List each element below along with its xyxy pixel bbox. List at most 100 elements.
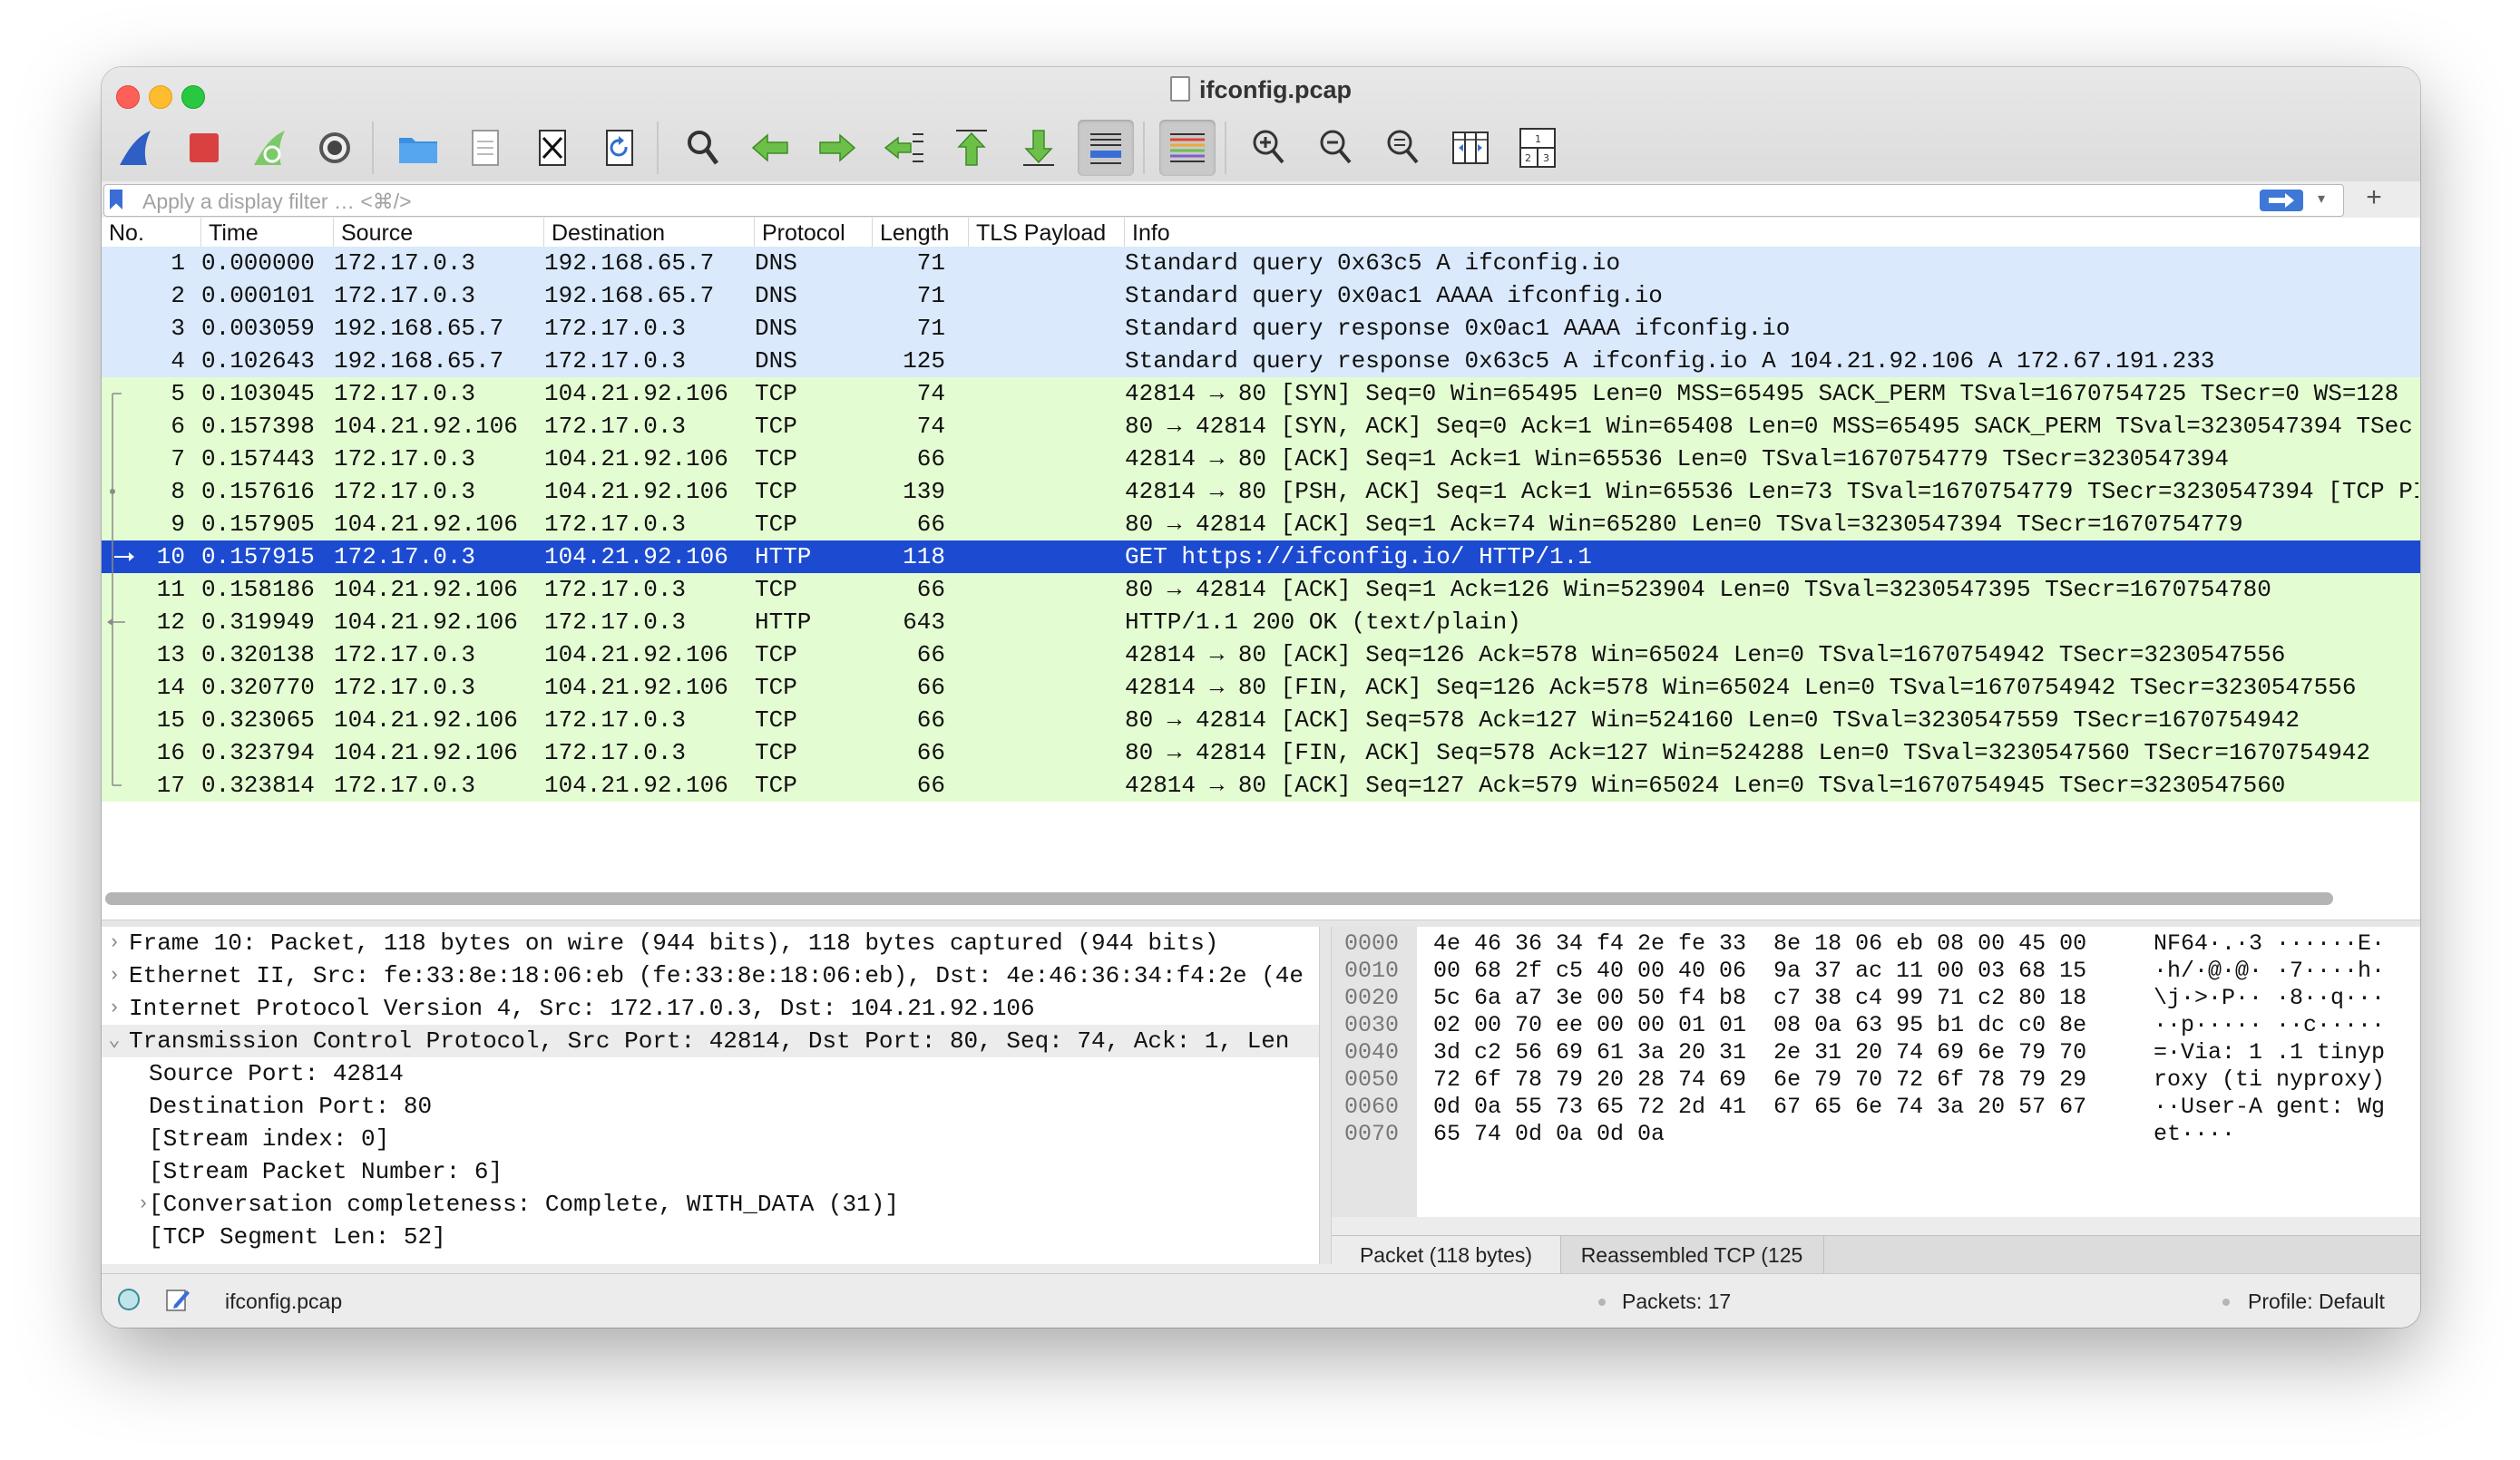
zoom-out-button[interactable] — [1308, 120, 1364, 176]
bytes-ascii[interactable]: ··User-A gent: Wg — [2154, 1094, 2385, 1121]
window-title: ifconfig.pcap — [102, 76, 2420, 104]
bytes-hex[interactable]: 65 74 0d 0a 0d 0a — [1433, 1121, 1665, 1148]
column-header-time[interactable]: Time — [201, 218, 334, 247]
packet-row[interactable]: 6 0.157398 104.21.92.106 172.17.0.3 TCP 74 80 … — [102, 410, 2420, 443]
packet-row[interactable]: 9 0.157905 104.21.92.106 172.17.0.3 TCP 66 80 … — [102, 508, 2420, 540]
first-packet-button[interactable] — [943, 120, 1000, 176]
horizontal-scrollbar[interactable] — [105, 892, 2333, 905]
detail-tree-item[interactable]: [Stream index: 0] — [102, 1123, 1319, 1155]
packet-cell-info: 42814 → 80 [FIN, ACK] Seq=126 Ack=578 Wi… — [1125, 674, 2357, 701]
packet-row[interactable]: 15 0.323065 104.21.92.106 172.17.0.3 TCP 66 80… — [102, 704, 2420, 736]
status-profile[interactable]: Profile: Default — [2248, 1274, 2385, 1328]
bytes-hex[interactable]: 72 6f 78 79 20 28 74 69 6e 79 70 72 6f 7… — [1433, 1066, 2086, 1094]
collapsed-chevron-icon[interactable]: › — [105, 927, 123, 959]
packet-row[interactable]: 14 0.320770 172.17.0.3 104.21.92.106 TCP 66 42… — [102, 671, 2420, 704]
detail-tree-item[interactable]: Source Port: 42814 — [102, 1057, 1319, 1090]
add-filter-button[interactable]: + — [2360, 183, 2388, 214]
packet-row[interactable]: 3 0.003059 192.168.65.7 172.17.0.3 DNS 71 Stan… — [102, 312, 2420, 345]
bytes-hex[interactable]: 4e 46 36 34 f4 2e fe 33 8e 18 06 eb 08 0… — [1433, 930, 2086, 958]
bytes-ascii[interactable]: ··p····· ··c····· — [2154, 1012, 2385, 1039]
packet-cell-no: 2 — [171, 282, 185, 309]
restart-capture-button[interactable] — [243, 120, 299, 176]
detail-tree-item[interactable]: › Ethernet II, Src: fe:33:8e:18:06:eb (fe… — [102, 959, 1319, 992]
detail-tree-item[interactable]: › [Conversation completeness: Complete, W… — [102, 1188, 1319, 1221]
packet-row-selected[interactable]: 10 0.157915 172.17.0.3 104.21.92.106 HTTP 118… — [102, 540, 2420, 573]
bytes-hex[interactable]: 00 68 2f c5 40 00 40 06 9a 37 ac 11 00 0… — [1433, 958, 2086, 985]
packet-row[interactable]: 1 0.000000 172.17.0.3 192.168.65.7 DNS 71 Stan… — [102, 247, 2420, 279]
find-packet-button[interactable] — [675, 120, 731, 176]
pane-splitter-vertical[interactable] — [1319, 927, 1332, 1264]
bytes-ascii[interactable]: ·h/·@·@· ·7····h· — [2154, 958, 2385, 985]
column-header-tls-payload[interactable]: TLS Payload — [969, 218, 1125, 247]
bytes-hex[interactable]: 5c 6a a7 3e 00 50 f4 b8 c7 38 c4 99 71 c… — [1433, 985, 2086, 1012]
packet-cell-tls — [969, 345, 1125, 377]
reload-file-button[interactable] — [591, 120, 648, 176]
stop-capture-button[interactable] — [176, 120, 232, 176]
last-packet-button[interactable] — [1011, 120, 1067, 176]
normal-size-button[interactable] — [1375, 120, 1431, 176]
collapsed-chevron-icon[interactable]: › — [105, 992, 123, 1025]
colorize-icon — [1170, 133, 1205, 162]
zoom-in-button[interactable] — [1241, 120, 1297, 176]
packet-cell-len: 66 — [916, 772, 945, 799]
column-header-source[interactable]: Source — [334, 218, 544, 247]
bytes-ascii[interactable]: \j·>·P·· ·8··q··· — [2154, 985, 2385, 1012]
filter-history-dropdown[interactable]: ▾ — [2310, 189, 2332, 210]
packet-row[interactable]: 5 0.103045 172.17.0.3 104.21.92.106 TCP 74 428… — [102, 377, 2420, 410]
capture-options-button[interactable] — [307, 120, 363, 176]
capture-options-icon — [319, 132, 350, 163]
detail-tree-item[interactable]: [TCP Segment Len: 52] — [102, 1221, 1319, 1253]
expert-info-icon[interactable] — [118, 1289, 140, 1310]
start-capture-button[interactable] — [109, 120, 165, 176]
related-packet-dot — [110, 489, 115, 494]
packet-row[interactable]: 16 0.323794 104.21.92.106 172.17.0.3 TCP 66 80… — [102, 736, 2420, 769]
edit-comment-icon[interactable] — [163, 1285, 192, 1314]
bytes-ascii[interactable]: et···· — [2154, 1121, 2235, 1148]
bytes-hex[interactable]: 0d 0a 55 73 65 72 2d 41 67 65 6e 74 3a 2… — [1433, 1094, 2086, 1121]
save-file-button[interactable] — [457, 120, 513, 176]
bytes-ascii[interactable]: roxy (ti nyproxy) — [2154, 1066, 2385, 1094]
display-filter-input[interactable] — [141, 188, 2212, 215]
packet-cell-len: 74 — [916, 380, 945, 407]
column-header-length[interactable]: Length — [873, 218, 969, 247]
detail-tree-item[interactable]: ⌄ Transmission Control Protocol, Src Port… — [102, 1025, 1319, 1057]
packet-cell-src: 172.17.0.3 — [334, 543, 476, 570]
packet-row[interactable]: 7 0.157443 172.17.0.3 104.21.92.106 TCP 66 428… — [102, 443, 2420, 475]
go-to-packet-button[interactable] — [876, 120, 933, 176]
bytes-ascii[interactable]: =·Via: 1 .1 tinyp — [2154, 1039, 2385, 1066]
colorize-button[interactable] — [1159, 120, 1216, 176]
collapsed-chevron-icon[interactable]: › — [105, 959, 123, 992]
go-back-button[interactable] — [742, 120, 798, 176]
resize-columns-button[interactable] — [1442, 120, 1499, 176]
packet-row[interactable]: 2 0.000101 172.17.0.3 192.168.65.7 DNS 71 Stan… — [102, 279, 2420, 312]
packet-row[interactable]: 17 0.323814 172.17.0.3 104.21.92.106 TCP 66 42… — [102, 769, 2420, 802]
packet-row[interactable]: 4 0.102643 192.168.65.7 172.17.0.3 DNS 125 Sta… — [102, 345, 2420, 377]
tab-reassembled-tcp[interactable]: Reassembled TCP (125 bytes) — [1560, 1236, 1824, 1305]
detail-tree-item[interactable]: › Internet Protocol Version 4, Src: 172.1… — [102, 992, 1319, 1025]
packet-row[interactable]: 12 0.319949 104.21.92.106 172.17.0.3 HTTP 643… — [102, 606, 2420, 638]
go-forward-button[interactable] — [809, 120, 865, 176]
close-file-button[interactable] — [524, 120, 581, 176]
bookmark-icon[interactable] — [110, 190, 122, 209]
packet-row[interactable]: 11 0.158186 104.21.92.106 172.17.0.3 TCP 66 80… — [102, 573, 2420, 606]
detail-tree-item[interactable]: [Stream Packet Number: 6] — [102, 1155, 1319, 1188]
column-header-info[interactable]: Info — [1125, 218, 2420, 247]
bytes-hex[interactable]: 3d c2 56 69 61 3a 20 31 2e 31 20 74 69 6… — [1433, 1039, 2086, 1066]
packet-cell-src: 172.17.0.3 — [334, 674, 476, 701]
layout-button[interactable]: 123 — [1509, 120, 1566, 176]
apply-filter-button[interactable] — [2260, 190, 2303, 211]
detail-tree-item[interactable]: › Frame 10: Packet, 118 bytes on wire (94… — [102, 927, 1319, 959]
packet-row[interactable]: 8 0.157616 172.17.0.3 104.21.92.106 TCP 139 42… — [102, 475, 2420, 508]
open-file-button[interactable] — [390, 120, 446, 176]
tab-packet-bytes[interactable]: Packet (118 bytes) — [1332, 1236, 1561, 1274]
column-header-destination[interactable]: Destination — [544, 218, 755, 247]
go-forward-icon — [819, 133, 856, 162]
detail-tree-item[interactable]: Destination Port: 80 — [102, 1090, 1319, 1123]
bytes-hex[interactable]: 02 00 70 ee 00 00 01 01 08 0a 63 95 b1 d… — [1433, 1012, 2086, 1039]
autoscroll-button[interactable] — [1078, 120, 1134, 176]
expanded-chevron-icon[interactable]: ⌄ — [105, 1025, 123, 1057]
bytes-ascii[interactable]: NF64·.·3 ······E· — [2154, 930, 2385, 958]
column-header-protocol[interactable]: Protocol — [755, 218, 873, 247]
packet-row[interactable]: 13 0.320138 172.17.0.3 104.21.92.106 TCP 66 42… — [102, 638, 2420, 671]
column-header-no[interactable]: No. — [102, 218, 201, 247]
